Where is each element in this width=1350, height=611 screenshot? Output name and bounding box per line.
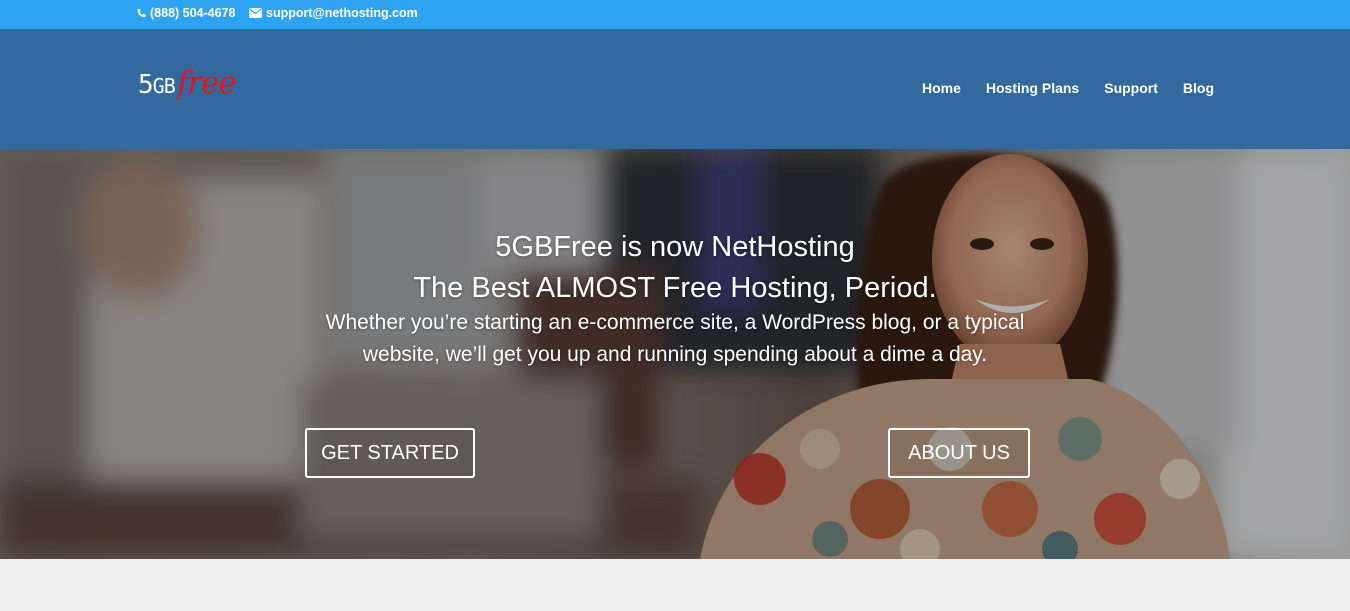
hero-subtitle: Whether you’re starting an e-commerce si… (0, 307, 1350, 371)
mail-icon (249, 8, 262, 18)
phone-icon (137, 8, 146, 17)
nav-home[interactable]: Home (922, 80, 961, 96)
phone-contact[interactable]: (888) 504-4678 (136, 6, 235, 20)
hero-section: 5GBFree is now NetHosting The Best ALMOS… (0, 149, 1350, 559)
site-logo[interactable]: 5 GB free (138, 65, 237, 113)
hero-title-line-1: 5GBFree is now NetHosting (495, 231, 855, 263)
about-us-button[interactable]: ABOUT US (888, 428, 1030, 478)
nav-hosting-plans[interactable]: Hosting Plans (986, 80, 1079, 96)
hero-title: 5GBFree is now NetHosting The Best ALMOS… (0, 227, 1350, 309)
logo-gb: GB (152, 74, 176, 98)
hero-subtitle-line-2: website, we’ll get you up and running sp… (362, 343, 988, 366)
site-header: 5 GB free Home Hosting Plans Support Blo… (0, 29, 1350, 149)
phone-number: (888) 504-4678 (150, 6, 236, 20)
nav-support[interactable]: Support (1104, 80, 1158, 96)
hero-subtitle-line-1: Whether you’re starting an e-commerce si… (325, 311, 1025, 334)
logo-free: free (176, 65, 237, 101)
content-area (0, 559, 1350, 611)
email-address: support@nethosting.com (266, 6, 418, 20)
email-contact[interactable]: support@nethosting.com (249, 6, 418, 20)
nav-blog[interactable]: Blog (1183, 80, 1214, 96)
main-nav: Home Hosting Plans Support Blog (897, 80, 1214, 96)
logo-number: 5 (138, 70, 154, 100)
get-started-button[interactable]: GET STARTED (305, 428, 475, 478)
top-contact-bar: (888) 504-4678 support@nethosting.com (0, 0, 1350, 29)
hero-title-line-2: The Best ALMOST Free Hosting, Period. (413, 272, 937, 304)
